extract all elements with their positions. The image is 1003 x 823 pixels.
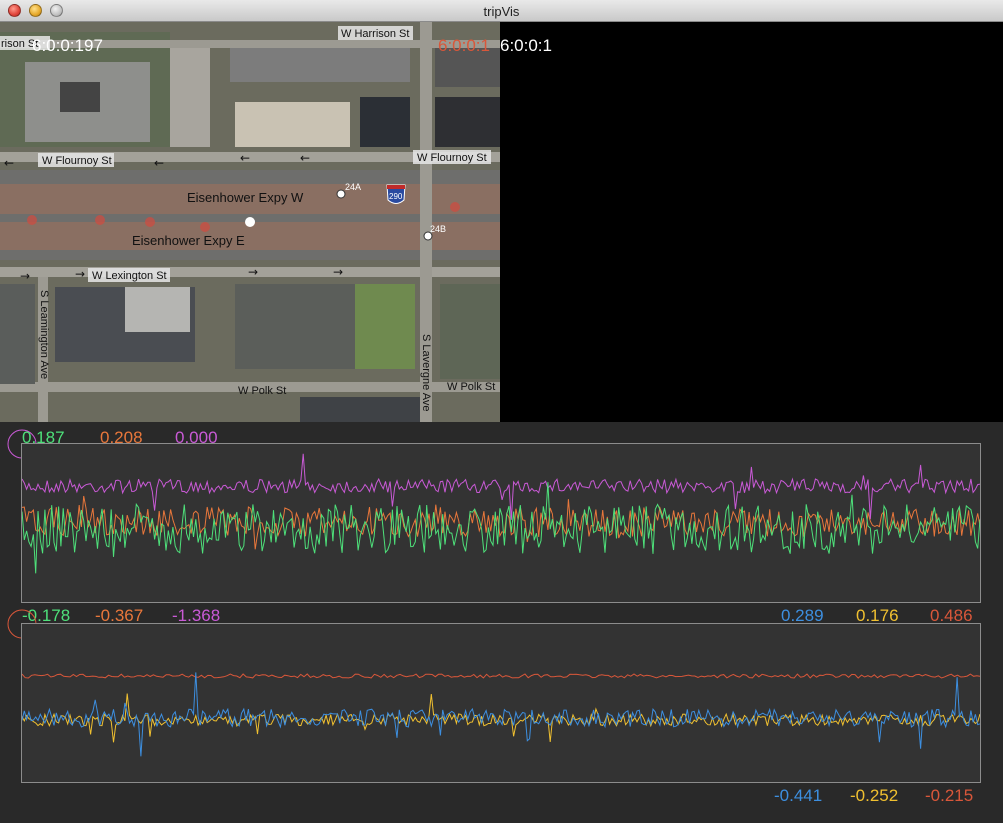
street-lavergne: S Lavergne Ave xyxy=(420,334,432,411)
exit-24b: 24B xyxy=(430,224,446,234)
timestamp-left: 6:0:0:197 xyxy=(32,36,103,55)
street-lexington: W Lexington St xyxy=(92,270,167,282)
direction-arrow-icon: → xyxy=(20,269,30,283)
panel1-series-purple xyxy=(21,453,981,520)
panel2-min-red: -0.215 xyxy=(925,786,974,805)
street-harrison: W Harrison St xyxy=(341,28,409,40)
panel2-series-blue xyxy=(21,672,981,757)
street-polk-left: W Polk St xyxy=(238,385,286,397)
window-titlebar[interactable]: tripVis xyxy=(0,0,1003,22)
direction-arrow-icon: → xyxy=(248,265,258,279)
direction-arrow-icon: ← xyxy=(4,156,14,170)
interstate-number: 290 xyxy=(389,192,403,201)
direction-arrow-icon: ← xyxy=(154,156,164,170)
interstate-shield-icon: 290 xyxy=(386,184,406,204)
street-leamington: S Leamington Ave xyxy=(38,290,50,379)
direction-arrow-icon: → xyxy=(75,267,85,281)
street-flournoy-left: W Flournoy St xyxy=(42,155,112,167)
timestamp-right-red: 6:0:0:1 xyxy=(438,36,490,55)
street-eisenhower-w: Eisenhower Expy W xyxy=(187,190,304,205)
direction-arrow-icon: ← xyxy=(240,151,250,165)
panel1-chart xyxy=(21,453,981,574)
panel1-plot[interactable] xyxy=(21,443,981,603)
sensor-panels: 0.187 0.208 0.000 -0.178 -0.367 -1.368 0… xyxy=(0,422,1003,823)
panel2-min-yellow: -0.252 xyxy=(850,786,899,805)
street-polk-right: W Polk St xyxy=(447,381,495,393)
street-eisenhower-e: Eisenhower Expy E xyxy=(132,233,245,248)
street-flournoy-right: W Flournoy St xyxy=(417,152,487,164)
panel2-series-yellow xyxy=(21,693,981,743)
exit-24a: 24A xyxy=(345,182,361,192)
panel2-min-blue: -0.441 xyxy=(774,786,823,805)
window-title: tripVis xyxy=(483,4,520,19)
panel2-chart xyxy=(21,672,981,757)
panel2-plot[interactable] xyxy=(21,623,981,783)
timestamp-right-white: 6:0:0:1 xyxy=(500,36,552,55)
direction-arrow-icon: ← xyxy=(300,151,310,165)
app-canvas: rison St W Harrison St W Flournoy St W F… xyxy=(0,22,1003,823)
satellite-map[interactable]: rison St W Harrison St W Flournoy St W F… xyxy=(0,22,500,422)
panel2-series-red xyxy=(21,673,981,679)
direction-arrow-icon: → xyxy=(333,265,343,279)
